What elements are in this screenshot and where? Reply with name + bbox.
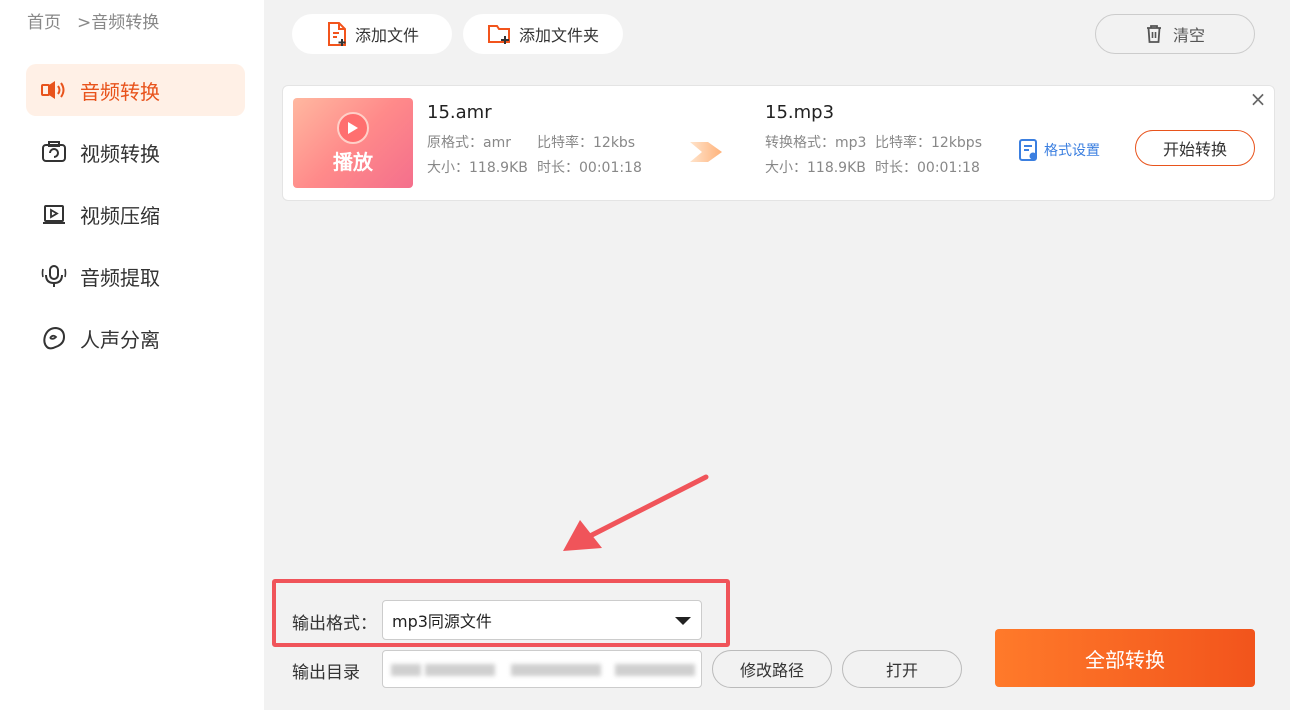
- output-dir-field[interactable]: [382, 650, 702, 688]
- voice-separate-icon: [40, 324, 68, 352]
- breadcrumb-current: >音频转换: [77, 13, 160, 33]
- add-file-icon: [325, 21, 349, 47]
- sidebar-item-label: 音频转换: [80, 79, 160, 104]
- output-dir-label: 输出目录: [292, 663, 360, 683]
- format-settings-label: 格式设置: [1044, 143, 1100, 159]
- target-size: 大小：118.9KB: [765, 160, 866, 176]
- video-compress-icon: [40, 200, 68, 228]
- add-folder-label: 添加文件夹: [518, 26, 599, 45]
- arrow-right-icon: [688, 136, 724, 172]
- source-filename: 15.amr: [427, 102, 492, 123]
- play-icon: [337, 111, 369, 144]
- sidebar-item-audio-convert[interactable]: 音频转换: [26, 64, 245, 116]
- play-label: 播放: [333, 149, 373, 174]
- sidebar-item-video-convert[interactable]: 视频转换: [26, 126, 245, 178]
- output-format-value: mp3同源文件: [392, 612, 492, 631]
- start-convert-button[interactable]: 开始转换: [1135, 130, 1255, 166]
- camera-icon: [40, 138, 68, 166]
- sidebar: 首页 >音频转换 音频转换 视频转换 视频压缩 音频提取 人声分离: [0, 0, 264, 710]
- convert-all-button[interactable]: 全部转换: [995, 629, 1255, 687]
- speaker-icon: [40, 76, 68, 104]
- format-settings-link[interactable]: 格式设置: [1018, 138, 1100, 162]
- settings-doc-icon: [1018, 138, 1040, 162]
- add-folder-icon: [487, 22, 513, 46]
- source-bitrate: 比特率：12kbs: [537, 135, 636, 151]
- play-thumbnail[interactable]: 播放: [293, 98, 413, 188]
- add-file-label: 添加文件: [354, 26, 419, 45]
- sidebar-item-label: 音频提取: [80, 265, 160, 290]
- sidebar-item-audio-extract[interactable]: 音频提取: [26, 250, 245, 302]
- output-format-select[interactable]: mp3同源文件: [382, 600, 702, 640]
- file-card: 播放 15.amr 原格式：amr 比特率：12kbs 大小：118.9KB 时…: [282, 85, 1275, 201]
- source-duration: 时长：00:01:18: [537, 160, 642, 176]
- sidebar-item-label: 视频转换: [80, 141, 160, 166]
- clear-label: 清空: [1172, 26, 1205, 45]
- add-folder-button[interactable]: 添加文件夹: [463, 14, 623, 54]
- output-format-label: 输出格式：: [292, 614, 377, 634]
- add-file-button[interactable]: 添加文件: [292, 14, 452, 54]
- target-duration: 时长：00:01:18: [875, 160, 980, 176]
- source-size: 大小：118.9KB: [427, 160, 528, 176]
- close-icon[interactable]: ×: [1249, 89, 1267, 109]
- chevron-down-icon: [675, 617, 691, 625]
- target-bitrate: 比特率：12kbps: [875, 135, 982, 151]
- source-format: 原格式：amr: [427, 135, 511, 151]
- breadcrumb-home[interactable]: 首页: [27, 8, 61, 33]
- target-filename: 15.mp3: [765, 102, 835, 123]
- microphone-icon: [40, 262, 68, 290]
- change-path-button[interactable]: 修改路径: [712, 650, 832, 688]
- sidebar-item-voice-separate[interactable]: 人声分离: [26, 312, 245, 364]
- trash-icon: [1145, 24, 1163, 44]
- breadcrumb: 首页 >音频转换: [27, 8, 159, 33]
- target-format: 转换格式：mp3: [765, 135, 867, 151]
- open-button[interactable]: 打开: [842, 650, 962, 688]
- sidebar-item-label: 人声分离: [80, 327, 160, 352]
- sidebar-item-label: 视频压缩: [80, 203, 160, 228]
- clear-button[interactable]: 清空: [1095, 14, 1255, 54]
- sidebar-item-video-compress[interactable]: 视频压缩: [26, 188, 245, 240]
